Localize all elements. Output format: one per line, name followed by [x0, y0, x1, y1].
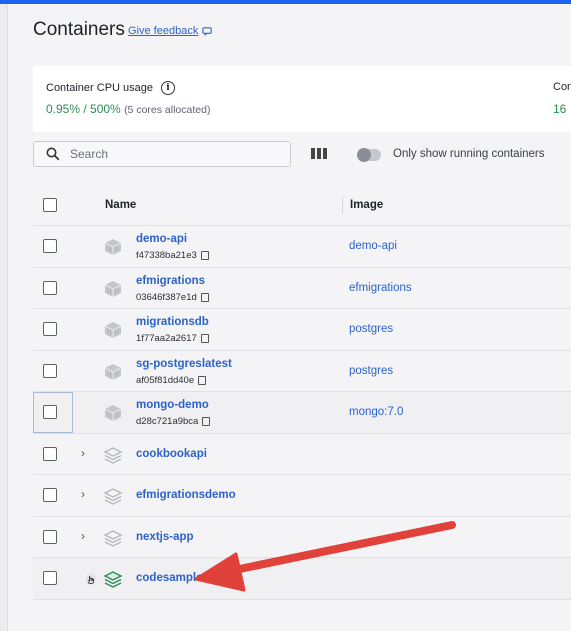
chevron-right-icon[interactable]: ›	[81, 530, 93, 542]
main-panel: Containers Give feedback Container CPU u…	[8, 4, 571, 631]
container-icon	[104, 280, 122, 297]
container-name-link[interactable]: sg-postgreslatest	[136, 358, 232, 370]
row-checkbox[interactable]	[43, 571, 57, 585]
running-only-label: Only show running containers	[393, 148, 545, 160]
info-icon[interactable]: i	[161, 81, 176, 95]
search-icon	[46, 147, 60, 161]
container-name-link[interactable]: migrationsdb	[136, 316, 209, 328]
cpu-usage-label: Container CPU usage	[46, 82, 154, 94]
copy-icon[interactable]	[200, 251, 209, 260]
cpu-usage-number: 0.95% / 500%	[46, 102, 121, 116]
row-checkbox[interactable]	[43, 529, 57, 544]
memory-usage-label: Con	[553, 81, 571, 93]
group-name-link[interactable]: nextjs-app	[136, 531, 194, 543]
container-icon	[104, 322, 122, 338]
image-link[interactable]: mongo:7.0	[349, 406, 403, 418]
table-header: Name Image	[33, 184, 571, 226]
copy-icon[interactable]	[198, 375, 207, 385]
give-feedback-label: Give feedback	[128, 25, 199, 37]
stack-icon	[103, 529, 123, 547]
group-row[interactable]: › efmigrationsdemo	[33, 475, 571, 517]
table-row[interactable]: efmigrations 03646f387e1d efmigrations	[33, 268, 571, 309]
containers-table: Name Image demo-api f47338ba21e3 demo-ap…	[33, 184, 571, 600]
give-feedback-link[interactable]: Give feedback	[128, 25, 213, 37]
page-title: Containers	[33, 19, 125, 40]
image-link[interactable]: demo-api	[349, 240, 397, 252]
column-divider	[342, 196, 343, 214]
stack-icon	[103, 488, 123, 505]
image-link[interactable]: postgres	[349, 323, 393, 335]
row-checkbox[interactable]	[43, 446, 57, 461]
container-id: af05f81dd40e	[136, 374, 195, 386]
memory-usage-value: 16	[553, 102, 567, 116]
column-header-name[interactable]: Name	[105, 199, 136, 211]
table-row[interactable]: demo-api f47338ba21e3 demo-api	[33, 226, 571, 268]
group-row[interactable]: codesamples	[33, 558, 571, 600]
chevron-right-icon[interactable]: ›	[81, 488, 93, 500]
select-all-checkbox[interactable]	[43, 198, 57, 212]
copy-icon[interactable]	[200, 292, 209, 302]
cpu-cores-note: (5 cores allocated)	[124, 104, 211, 116]
image-link[interactable]: postgres	[349, 365, 393, 377]
copy-icon[interactable]	[202, 417, 211, 426]
container-id: d28c721a9bca	[136, 416, 199, 427]
search-box[interactable]	[33, 141, 291, 167]
group-name-link[interactable]: efmigrationsdemo	[136, 489, 236, 501]
running-only-toggle[interactable]	[357, 148, 381, 162]
container-id: 03646f387e1d	[136, 291, 197, 303]
container-icon	[104, 405, 122, 421]
container-icon	[104, 363, 122, 380]
chevron-right-icon[interactable]: ›	[81, 447, 93, 459]
column-header-image[interactable]: Image	[350, 199, 383, 211]
sidebar-edge	[0, 4, 8, 631]
table-row[interactable]: migrationsdb 1f77aa2a2617 postgres	[33, 309, 571, 351]
row-checkbox[interactable]	[43, 322, 57, 336]
hand-cursor-icon	[85, 573, 97, 585]
container-id: f47338ba21e3	[136, 250, 197, 261]
copy-icon[interactable]	[200, 334, 209, 343]
container-name-link[interactable]: demo-api	[136, 233, 187, 245]
container-name-link[interactable]: mongo-demo	[136, 399, 209, 411]
group-name-link[interactable]: cookbookapi	[136, 448, 207, 460]
container-icon	[104, 239, 122, 255]
row-checkbox[interactable]	[43, 280, 57, 295]
container-name-link[interactable]: efmigrations	[136, 275, 205, 287]
row-checkbox[interactable]	[43, 488, 57, 502]
stack-icon	[103, 571, 123, 588]
container-id: 1f77aa2a2617	[136, 333, 197, 344]
row-checkbox[interactable]	[43, 363, 57, 378]
columns-icon[interactable]	[311, 148, 327, 159]
cpu-usage-value: 0.95% / 500% (5 cores allocated)	[46, 102, 210, 116]
group-row[interactable]: › cookbookapi	[33, 434, 571, 475]
stats-card: Container CPU usage i 0.95% / 500% (5 co…	[33, 66, 571, 132]
image-link[interactable]: efmigrations	[349, 282, 412, 294]
stack-icon	[103, 446, 123, 464]
group-row[interactable]: › nextjs-app	[33, 517, 571, 558]
group-name-link[interactable]: codesamples	[136, 572, 209, 584]
row-checkbox[interactable]	[43, 405, 57, 419]
row-checkbox[interactable]	[43, 239, 57, 253]
search-input[interactable]	[70, 147, 270, 161]
table-row[interactable]: sg-postgreslatest af05f81dd40e postgres	[33, 351, 571, 392]
table-row[interactable]: mongo-demo d28c721a9bca mongo:7.0	[33, 392, 571, 434]
chat-icon	[202, 26, 213, 36]
